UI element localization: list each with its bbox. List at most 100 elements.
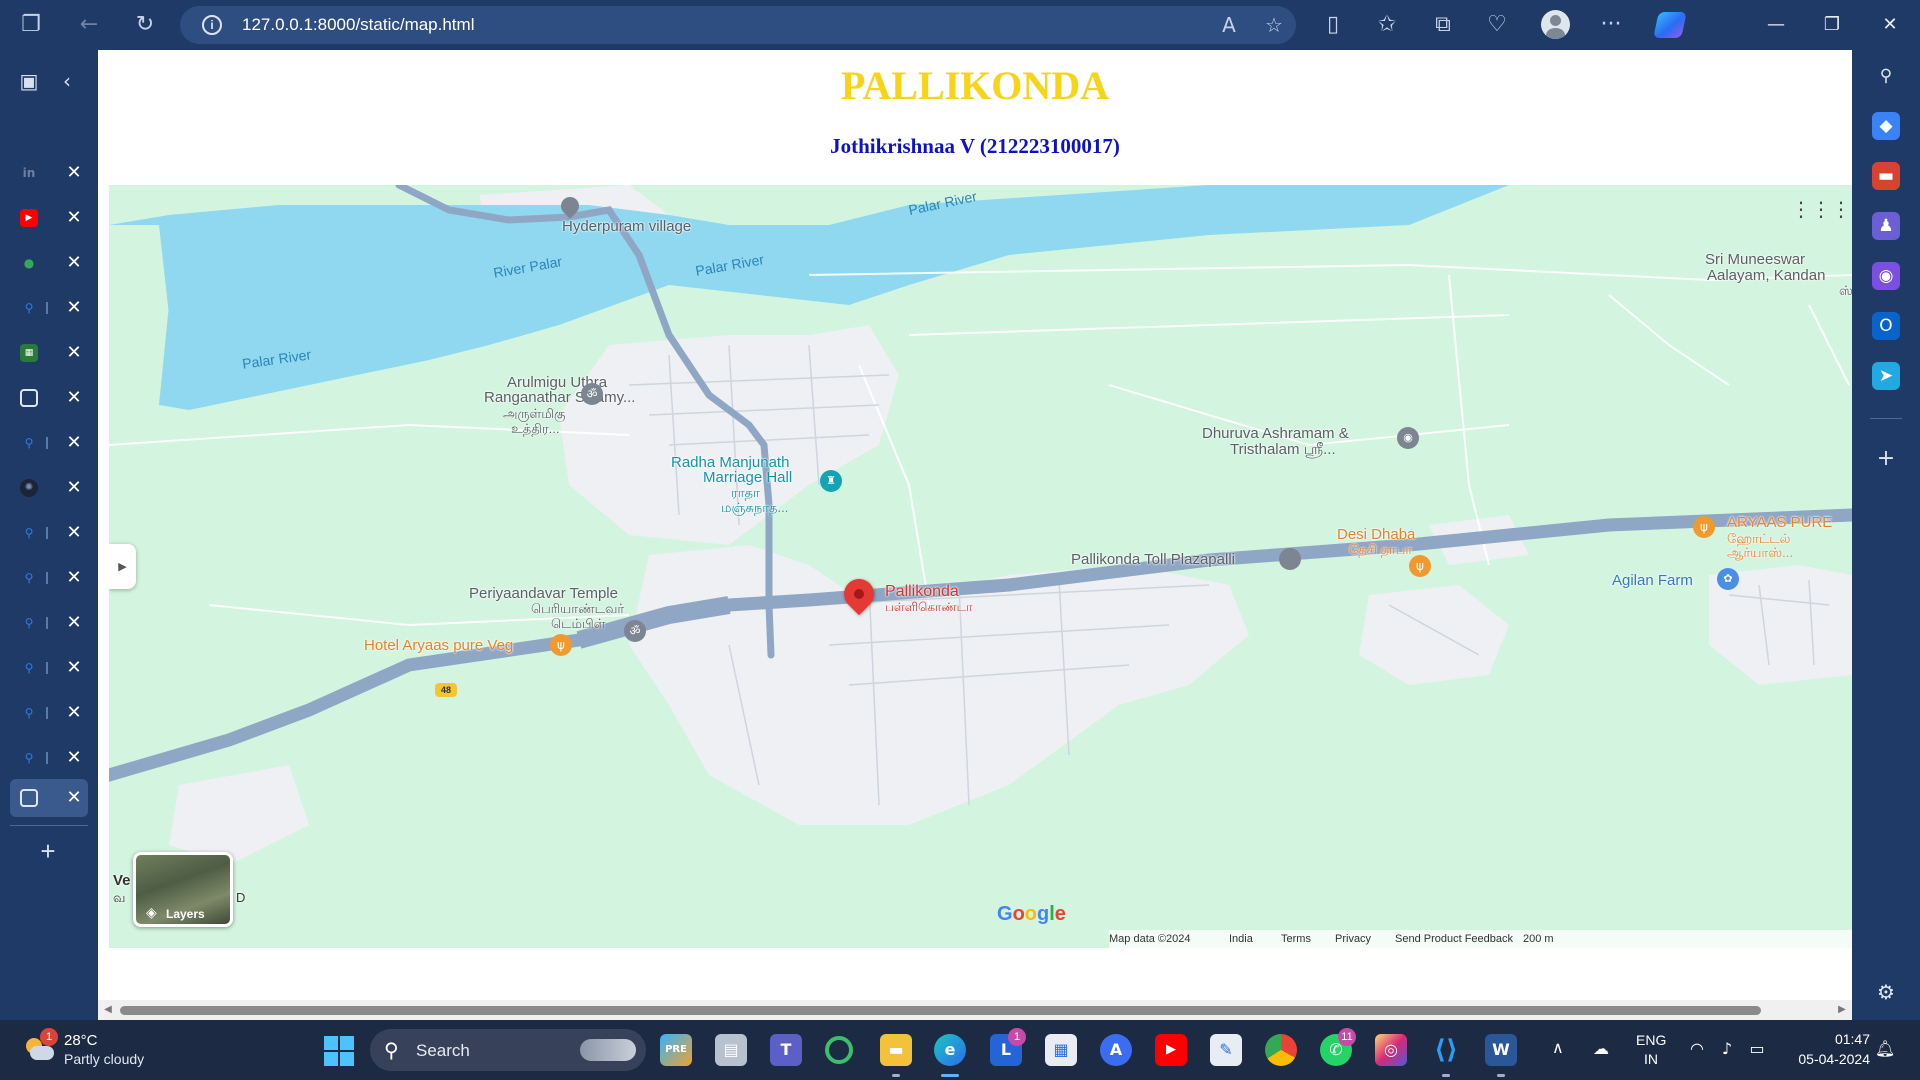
tab-search[interactable]: ⚲ ✕: [10, 559, 88, 597]
tab-panel-icon[interactable]: ▣: [14, 66, 44, 96]
battery-icon[interactable]: ▭: [1746, 1038, 1768, 1060]
map-place-label[interactable]: Pallikonda Toll Plazapalli: [1071, 552, 1235, 568]
copilot-sidebar-icon[interactable]: ◉: [1872, 262, 1900, 290]
tab-close-icon[interactable]: ✕: [62, 700, 86, 726]
privacy-link[interactable]: Privacy: [1335, 933, 1371, 945]
hall-pin-icon[interactable]: ♜: [820, 470, 842, 492]
map-place-label[interactable]: Agilan Farm: [1612, 573, 1693, 589]
map-place-label[interactable]: Hotel Aryaas pure Veg: [364, 638, 513, 654]
ring-app-icon[interactable]: [825, 1036, 853, 1064]
farm-pin-icon[interactable]: ✿: [1717, 568, 1739, 590]
tab-search[interactable]: ⚲ ✕: [10, 424, 88, 462]
layers-button[interactable]: ◈ Layers: [133, 852, 233, 927]
scale-label[interactable]: 200 m: [1523, 933, 1554, 945]
tab-close-icon[interactable]: ✕: [62, 160, 86, 186]
restaurant-pin-icon[interactable]: ψ: [550, 634, 572, 656]
instagram-icon[interactable]: ◎: [1375, 1034, 1407, 1066]
tab-close-icon[interactable]: ✕: [62, 565, 86, 591]
tab-search[interactable]: ⚲ ✕: [10, 289, 88, 327]
edge-icon[interactable]: e: [934, 1034, 966, 1066]
minimize-icon[interactable]: —: [1756, 10, 1796, 40]
toll-pin-icon[interactable]: [1279, 548, 1301, 570]
store-icon[interactable]: ▦: [1045, 1034, 1077, 1066]
tab-close-icon[interactable]: ✕: [62, 610, 86, 636]
profile-icon[interactable]: [1541, 10, 1570, 39]
tab-close-icon[interactable]: ✕: [62, 785, 86, 811]
weather-icon[interactable]: 1: [24, 1028, 58, 1062]
address-bar[interactable]: i 127.0.0.1:8000/static/map.html A ☆: [180, 6, 1296, 44]
arc-app-icon[interactable]: A: [1100, 1034, 1132, 1066]
map-place-label[interactable]: ARYAAS PURE: [1727, 515, 1832, 531]
tab-close-icon[interactable]: ✕: [62, 250, 86, 276]
tray-overflow-icon[interactable]: ∧: [1552, 1038, 1564, 1057]
taskbar-search[interactable]: ⚲ Search: [370, 1029, 646, 1071]
map-place-label[interactable]: Ranganathar Swamy...: [484, 390, 635, 406]
tab-search[interactable]: ⚲ ✕: [10, 694, 88, 732]
close-icon[interactable]: ✕: [1870, 10, 1910, 40]
tab-close-icon[interactable]: ✕: [62, 340, 86, 366]
split-screen-icon[interactable]: ▯: [1318, 10, 1348, 40]
tab-actions-icon[interactable]: ❐: [16, 10, 46, 40]
favorite-icon[interactable]: ☆: [1260, 11, 1288, 39]
copilot-icon[interactable]: [1653, 12, 1687, 38]
restaurant-pin-icon[interactable]: ψ: [1409, 555, 1431, 577]
restore-icon[interactable]: ❐: [1812, 10, 1852, 40]
collections-icon[interactable]: ⧉: [1428, 10, 1458, 40]
performance-icon[interactable]: ♡: [1482, 10, 1512, 40]
region-indicator[interactable]: IN: [1644, 1051, 1658, 1067]
tab-close-icon[interactable]: ✕: [62, 655, 86, 681]
restaurant-pin-icon[interactable]: ψ: [1693, 516, 1715, 538]
chrome-icon[interactable]: [1265, 1034, 1297, 1066]
temple-pin-icon[interactable]: ॐ: [581, 383, 603, 405]
ashram-pin-icon[interactable]: ◉: [1397, 427, 1419, 449]
region-link[interactable]: India: [1229, 933, 1253, 945]
back-icon[interactable]: ←: [74, 10, 104, 40]
file-manager-icon[interactable]: ▤: [715, 1034, 747, 1066]
outlook-icon[interactable]: O: [1872, 312, 1900, 340]
volume-icon[interactable]: ♪: [1716, 1038, 1738, 1060]
add-sidebar-icon[interactable]: +: [1872, 445, 1900, 473]
url-text[interactable]: 127.0.0.1:8000/static/map.html: [242, 15, 474, 35]
weather-description[interactable]: Partly cloudy: [64, 1051, 144, 1067]
tab-close-icon[interactable]: ✕: [62, 745, 86, 771]
map-place-label[interactable]: Tristhalam ஸ்ரீ...: [1230, 442, 1336, 458]
shopping-tag-icon[interactable]: ◆: [1872, 112, 1900, 140]
tab-close-icon[interactable]: ✕: [62, 385, 86, 411]
map-place-label[interactable]: Marriage Hall: [703, 470, 792, 486]
horizontal-scrollbar[interactable]: ◀ ▶: [98, 1000, 1852, 1020]
tab-close-icon[interactable]: ✕: [62, 205, 86, 231]
tab-image[interactable]: ▦ ✕: [10, 334, 88, 372]
vscode-icon[interactable]: ⟨⟩: [1430, 1034, 1462, 1066]
weather-temperature[interactable]: 28°C: [64, 1032, 98, 1049]
language-indicator[interactable]: ENG: [1636, 1032, 1666, 1048]
copilot-pre-icon[interactable]: PRE: [660, 1034, 692, 1066]
games-icon[interactable]: ♟: [1872, 212, 1900, 240]
scroll-right-icon[interactable]: ▶: [1835, 1003, 1849, 1017]
map-place-label[interactable]: Dhuruva Ashramam &: [1202, 426, 1349, 442]
map-place-label[interactable]: Periyaandavar Temple: [469, 586, 618, 602]
clock-time[interactable]: 01:47: [1810, 1031, 1870, 1047]
new-tab-icon[interactable]: +: [33, 836, 63, 866]
scroll-left-icon[interactable]: ◀: [101, 1003, 115, 1017]
terms-link[interactable]: Terms: [1281, 933, 1311, 945]
map-place-label[interactable]: Desi Dhaba: [1337, 527, 1415, 543]
map-place-label[interactable]: Pallikonda: [885, 584, 959, 600]
search-icon[interactable]: ⚲: [1872, 62, 1900, 90]
tab-search[interactable]: ⚲ ✕: [10, 649, 88, 687]
collapse-tabs-icon[interactable]: ‹: [52, 66, 82, 96]
document-app-icon[interactable]: ✎: [1210, 1034, 1242, 1066]
tab-close-icon[interactable]: ✕: [62, 475, 86, 501]
map-place-label[interactable]: Sri Muneeswar: [1705, 252, 1805, 268]
tools-icon[interactable]: ▬: [1872, 162, 1900, 190]
tab-youtube[interactable]: ▶ ✕: [10, 199, 88, 237]
read-aloud-icon[interactable]: A: [1215, 11, 1243, 39]
refresh-icon[interactable]: ↻: [130, 10, 160, 40]
file-explorer-icon[interactable]: ▬: [880, 1034, 912, 1066]
tab-search[interactable]: ⚲ ✕: [10, 604, 88, 642]
notification-bell-icon[interactable]: 🔔︎: [1874, 1038, 1896, 1060]
settings-gear-icon[interactable]: ⚙: [1872, 978, 1900, 1006]
apps-grid-icon[interactable]: ⋮⋮⋮: [1791, 197, 1851, 221]
tab-current-map[interactable]: ✕: [10, 779, 88, 817]
feedback-link[interactable]: Send Product Feedback: [1395, 933, 1513, 945]
drop-icon[interactable]: ➤: [1872, 362, 1900, 390]
